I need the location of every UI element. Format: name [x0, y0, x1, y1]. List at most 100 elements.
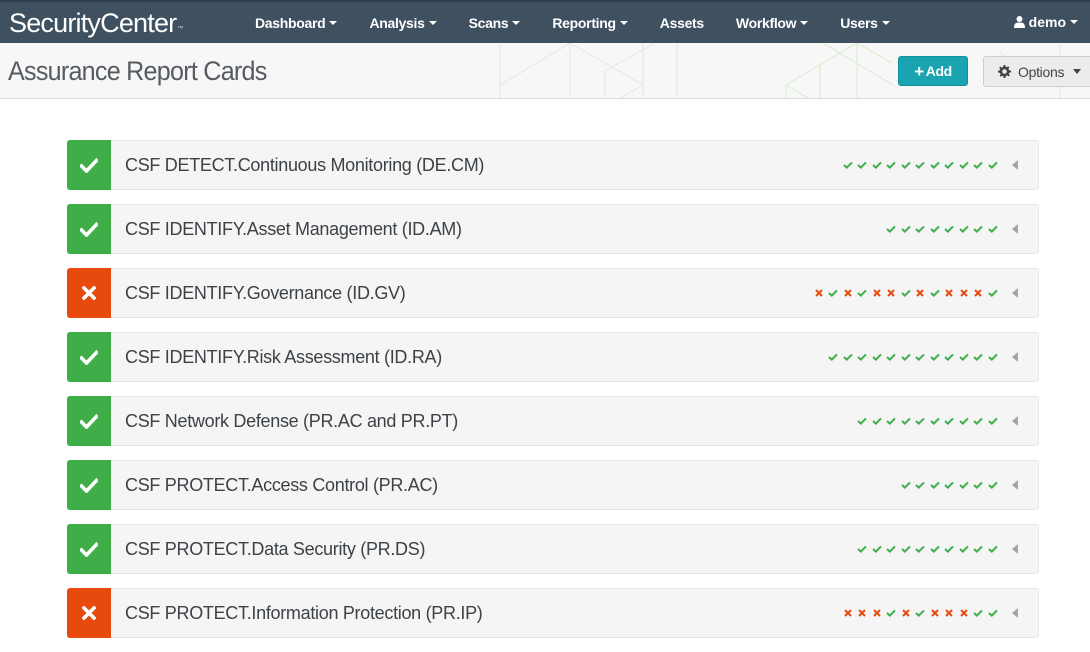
- nav-item-label: Workflow: [735, 14, 797, 31]
- report-card[interactable]: CSF Network Defense (PR.AC and PR.PT): [67, 396, 1039, 446]
- nav-item-label: Dashboard: [255, 14, 326, 31]
- history-check-icon: [899, 480, 914, 490]
- history-check-icon: [957, 224, 972, 234]
- expand-caret-icon[interactable]: [1012, 160, 1018, 170]
- history-check-icon: [884, 160, 899, 170]
- history-x-icon: [913, 288, 928, 298]
- chevron-down-icon: [329, 21, 338, 25]
- nav-item-label: Users: [840, 14, 878, 31]
- expand-caret-icon[interactable]: [1012, 480, 1018, 490]
- history-check-icon: [971, 352, 986, 362]
- result-history: [812, 288, 1001, 298]
- report-card-title: CSF IDENTIFY.Risk Assessment (ID.RA): [125, 346, 442, 367]
- history-check-icon: [870, 160, 885, 170]
- history-check-icon: [942, 160, 957, 170]
- report-card[interactable]: CSF PROTECT.Information Protection (PR.I…: [67, 588, 1039, 638]
- check-icon: [80, 477, 98, 493]
- page-title: Assurance Report Cards: [8, 56, 267, 86]
- expand-caret-icon[interactable]: [1012, 416, 1018, 426]
- report-card[interactable]: CSF PROTECT.Data Security (PR.DS): [67, 524, 1039, 574]
- history-x-icon: [942, 608, 957, 618]
- status-badge: [67, 204, 111, 254]
- history-check-icon: [986, 608, 1001, 618]
- nav-item-workflow[interactable]: Workflow: [720, 3, 824, 43]
- nav-item-assets[interactable]: Assets: [644, 3, 720, 43]
- report-card-title: CSF PROTECT.Access Control (PR.AC): [125, 474, 438, 495]
- history-x-icon: [841, 608, 856, 618]
- history-check-icon: [986, 352, 1001, 362]
- history-check-icon: [928, 480, 943, 490]
- gear-icon: [998, 65, 1011, 78]
- history-check-icon: [899, 224, 914, 234]
- chevron-down-icon: [428, 21, 437, 25]
- history-x-icon: [957, 608, 972, 618]
- history-check-icon: [899, 416, 914, 426]
- history-x-icon: [928, 608, 943, 618]
- history-check-icon: [899, 352, 914, 362]
- history-check-icon: [986, 160, 1001, 170]
- nav-item-analysis[interactable]: Analysis: [353, 3, 452, 43]
- expand-caret-icon[interactable]: [1012, 352, 1018, 362]
- status-badge: [67, 460, 111, 510]
- history-check-icon: [899, 160, 914, 170]
- brand-name: SecurityCenter: [9, 7, 177, 38]
- nav-item-reporting[interactable]: Reporting: [536, 3, 643, 43]
- history-check-icon: [826, 288, 841, 298]
- history-check-icon: [971, 224, 986, 234]
- chevron-down-icon: [800, 21, 809, 25]
- history-check-icon: [884, 224, 899, 234]
- brand-logo[interactable]: SecurityCenter ™: [9, 3, 239, 43]
- report-card[interactable]: CSF IDENTIFY.Risk Assessment (ID.RA): [67, 332, 1039, 382]
- result-history: [841, 608, 1001, 618]
- plus-icon: +: [914, 61, 924, 81]
- options-button[interactable]: Options: [983, 56, 1090, 87]
- nav-item-dashboard[interactable]: Dashboard: [239, 3, 353, 43]
- top-navbar: SecurityCenter ™ Dashboard Analysis Scans Re…: [0, 0, 1090, 43]
- history-check-icon: [986, 288, 1001, 298]
- history-check-icon: [870, 416, 885, 426]
- history-check-icon: [826, 352, 841, 362]
- history-check-icon: [855, 288, 870, 298]
- expand-caret-icon[interactable]: [1012, 224, 1018, 234]
- history-check-icon: [957, 416, 972, 426]
- status-badge: [67, 588, 111, 638]
- history-check-icon: [841, 160, 856, 170]
- history-check-icon: [957, 544, 972, 554]
- report-card-title: CSF PROTECT.Information Protection (PR.I…: [125, 602, 483, 623]
- expand-caret-icon[interactable]: [1012, 544, 1018, 554]
- result-history: [855, 416, 1000, 426]
- expand-caret-icon[interactable]: [1012, 288, 1018, 298]
- nav-item-label: Assets: [659, 14, 704, 31]
- report-card-title: CSF Network Defense (PR.AC and PR.PT): [125, 410, 459, 431]
- history-check-icon: [884, 608, 899, 618]
- history-check-icon: [913, 416, 928, 426]
- history-check-icon: [899, 288, 914, 298]
- report-card[interactable]: CSF IDENTIFY.Governance (ID.GV): [67, 268, 1039, 318]
- history-x-icon: [841, 288, 856, 298]
- nav-item-scans[interactable]: Scans: [453, 3, 537, 43]
- chevron-down-icon: [1073, 69, 1082, 74]
- user-icon: [1013, 16, 1025, 28]
- result-history: [899, 480, 1001, 490]
- history-check-icon: [957, 480, 972, 490]
- nav-item-users[interactable]: Users: [824, 3, 905, 43]
- report-card-title: CSF IDENTIFY.Governance (ID.GV): [125, 282, 406, 303]
- history-check-icon: [942, 352, 957, 362]
- report-card[interactable]: CSF IDENTIFY.Asset Management (ID.AM): [67, 204, 1039, 254]
- report-card[interactable]: CSF PROTECT.Access Control (PR.AC): [67, 460, 1039, 510]
- add-button[interactable]: + Add: [898, 56, 968, 86]
- status-badge: [67, 268, 111, 318]
- check-icon: [80, 157, 98, 173]
- history-x-icon: [884, 288, 899, 298]
- main-nav: Dashboard Analysis Scans Reporting Assets Wor…: [239, 2, 906, 43]
- history-check-icon: [855, 160, 870, 170]
- expand-caret-icon[interactable]: [1012, 608, 1018, 618]
- report-card[interactable]: CSF DETECT.Continuous Monitoring (DE.CM): [67, 140, 1039, 190]
- history-check-icon: [870, 544, 885, 554]
- user-menu[interactable]: demo: [1013, 2, 1078, 42]
- history-check-icon: [971, 160, 986, 170]
- history-check-icon: [855, 416, 870, 426]
- add-button-label: Add: [925, 63, 952, 79]
- chevron-down-icon: [881, 21, 890, 25]
- history-check-icon: [942, 224, 957, 234]
